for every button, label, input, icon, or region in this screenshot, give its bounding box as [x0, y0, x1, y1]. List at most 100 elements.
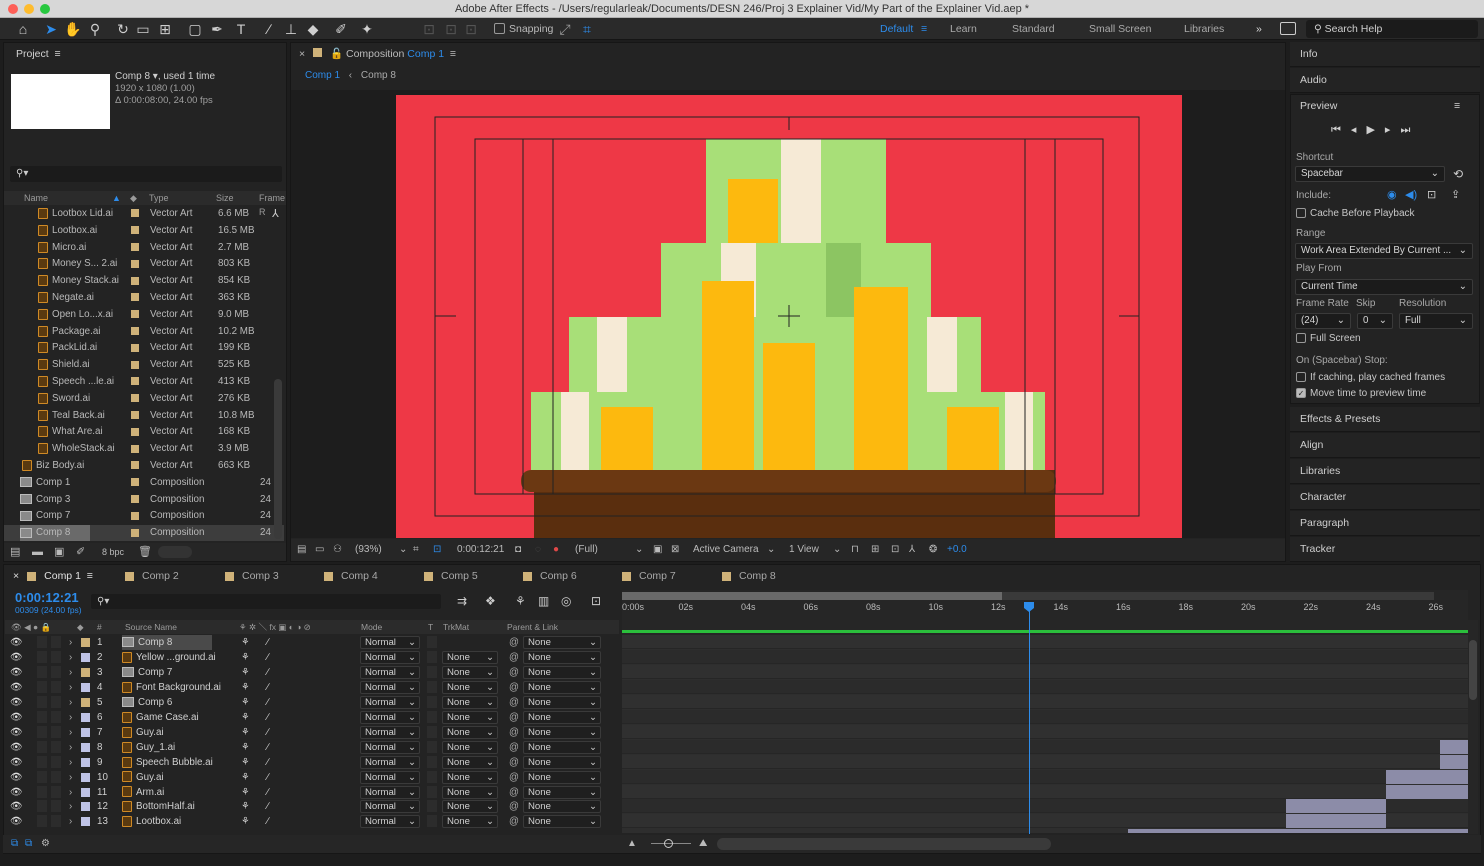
dependency-icon[interactable]: ⅄: [272, 206, 279, 222]
eye-icon[interactable]: 👁: [10, 635, 22, 650]
panel-menu-icon[interactable]: ≡: [81, 570, 93, 582]
quality-switch-icon[interactable]: ∕: [267, 710, 269, 725]
full-screen-checkbox[interactable]: [1296, 333, 1306, 344]
info-panel-tab[interactable]: Info: [1290, 42, 1480, 67]
pick-whip-icon[interactable]: @: [509, 665, 519, 680]
selected-item-name[interactable]: Comp 8 ▾: [115, 71, 158, 82]
layer-label-color[interactable]: [81, 682, 90, 692]
view-layout-dropdown[interactable]: 1 View: [789, 539, 819, 561]
layer-trkmat-dropdown[interactable]: None ⌄: [442, 815, 498, 829]
expand-chevron-icon[interactable]: ›: [69, 785, 72, 800]
scroll-thumb[interactable]: [1469, 640, 1477, 700]
layer-duration-bar[interactable]: [1286, 814, 1386, 829]
zoom-window-button[interactable]: [40, 4, 50, 14]
graph-editor-icon[interactable]: ⊡: [591, 594, 601, 608]
label-color-swatch[interactable]: [131, 327, 139, 335]
libraries-panel-tab[interactable]: Libraries: [1290, 459, 1480, 484]
shy-switch-icon[interactable]: ⚘: [241, 710, 250, 725]
layer-mode-dropdown[interactable]: Normal ⌄: [360, 755, 420, 769]
layer-trkmat-dropdown[interactable]: None ⌄: [442, 650, 498, 664]
preserve-transparency-toggle[interactable]: [427, 770, 437, 783]
mask-visibility-icon[interactable]: ⚇: [333, 539, 342, 561]
camera-tool-icon[interactable]: ▭: [134, 20, 152, 38]
frame-blending-icon[interactable]: ▥: [538, 594, 549, 608]
selection-tool-icon[interactable]: ➤: [42, 20, 60, 38]
pick-whip-icon[interactable]: @: [509, 799, 519, 814]
previous-frame-icon[interactable]: ◂: [1351, 124, 1367, 136]
quality-switch-icon[interactable]: ∕: [267, 785, 269, 800]
zoom-tool-icon[interactable]: ⚲: [86, 20, 104, 38]
layer-duration-bar[interactable]: [1440, 754, 1468, 769]
composition-canvas[interactable]: [291, 90, 1285, 538]
project-item[interactable]: Sword.ai Vector Art 276 KB: [4, 391, 284, 408]
lock-toggle[interactable]: [51, 800, 61, 813]
quality-switch-icon[interactable]: ∕: [267, 814, 269, 829]
breadcrumb-comp-8[interactable]: Comp 8: [361, 70, 396, 81]
workspace-standard[interactable]: Standard: [1012, 18, 1055, 40]
preserve-transparency-toggle[interactable]: [427, 710, 437, 723]
quality-switch-icon[interactable]: ∕: [267, 650, 269, 665]
align-icon[interactable]: ⊡: [420, 20, 438, 38]
character-panel-tab[interactable]: Character: [1290, 485, 1480, 510]
motion-blur-icon[interactable]: ◎: [561, 594, 571, 608]
project-item[interactable]: Lootbox.ai Vector Art 16.5 MB: [4, 223, 284, 240]
layer-row[interactable]: 👁 › 3 Comp 7 ⚘ ∕ Normal ⌄ None ⌄ @ None ⌄: [5, 665, 619, 680]
layer-mode-dropdown[interactable]: Normal ⌄: [360, 710, 420, 724]
quality-switch-icon[interactable]: ∕: [267, 799, 269, 814]
timeline-tab[interactable]: × Comp 1 ≡: [13, 566, 93, 586]
timeline-icon[interactable]: ⊞: [871, 539, 879, 561]
layer-mode-dropdown[interactable]: Normal ⌄: [360, 665, 420, 679]
layer-label-color[interactable]: [81, 712, 90, 722]
layer-trkmat-dropdown[interactable]: None ⌄: [442, 710, 498, 724]
label-color-swatch[interactable]: [131, 528, 139, 537]
solo-toggle[interactable]: [37, 710, 47, 723]
preserve-transparency-toggle[interactable]: [427, 725, 437, 738]
label-color-swatch[interactable]: [131, 276, 139, 285]
toggle-pixel-aspect-icon[interactable]: ⊓: [851, 539, 859, 561]
shy-switch-icon[interactable]: ⚘: [241, 650, 250, 665]
align-panel-tab[interactable]: Align: [1290, 433, 1480, 458]
layer-label-color[interactable]: [81, 817, 90, 827]
trash-icon[interactable]: 🗑: [138, 543, 152, 561]
layer-trkmat-dropdown[interactable]: None ⌄: [442, 665, 498, 679]
time-ruler[interactable]: 0:00s 02s 04s 06s 08s 10s 12s 14s 16s 18s 20s 22s 24…: [622, 590, 1468, 635]
comp-flowchart-icon[interactable]: ⊡: [891, 539, 899, 561]
expand-chevron-icon[interactable]: ›: [69, 695, 72, 710]
preserve-transparency-toggle[interactable]: [427, 665, 437, 678]
cached-frames-row[interactable]: If caching, play cached frames: [1296, 372, 1445, 383]
layer-trkmat-dropdown[interactable]: None ⌄: [442, 800, 498, 814]
shy-switch-icon[interactable]: ⚘: [241, 695, 250, 710]
layer-row[interactable]: 👁 › 12 BottomHalf.ai ⚘ ∕ Normal ⌄ None ⌄ @…: [5, 799, 619, 814]
shortcut-select[interactable]: Spacebar ⌄: [1295, 166, 1445, 182]
comp-mini-flowchart-icon[interactable]: ⇉: [457, 594, 467, 608]
eye-icon[interactable]: 👁: [10, 665, 22, 680]
layer-parent-dropdown[interactable]: None ⌄: [523, 740, 601, 754]
lock-toggle[interactable]: [51, 755, 61, 768]
lock-toggle[interactable]: [51, 680, 61, 693]
quality-switch-icon[interactable]: ∕: [267, 665, 269, 680]
label-color-swatch[interactable]: [131, 310, 139, 319]
project-comp-item[interactable]: Comp 3 Composition 24: [4, 492, 284, 509]
layer-row[interactable]: 👁 › 2 Yellow ...ground.ai ⚘ ∕ Normal ⌄ No…: [5, 650, 619, 665]
shy-layers-icon[interactable]: ⚘: [515, 594, 526, 608]
preserve-transparency-toggle[interactable]: [427, 800, 437, 813]
overlays-include-icon[interactable]: ⊡: [1427, 188, 1436, 201]
layer-trkmat-dropdown[interactable]: None ⌄: [442, 785, 498, 799]
workspace-panel-icon[interactable]: [1280, 22, 1296, 35]
project-item[interactable]: Biz Body.ai Vector Art 663 KB: [4, 458, 284, 475]
layer-mode-dropdown[interactable]: Normal ⌄: [360, 740, 420, 754]
layer-parent-dropdown[interactable]: None ⌄: [523, 815, 601, 829]
pick-whip-icon[interactable]: @: [509, 770, 519, 785]
label-color-swatch[interactable]: [131, 495, 139, 503]
project-comp-item[interactable]: Comp 7 Composition 24: [4, 508, 284, 525]
full-screen-row[interactable]: Full Screen: [1296, 333, 1361, 344]
project-item[interactable]: Open Lo...x.ai Vector Art 9.0 MB: [4, 307, 284, 324]
zoom-in-icon[interactable]: ⛰: [699, 835, 707, 853]
eye-icon[interactable]: 👁: [10, 755, 22, 770]
shy-switch-icon[interactable]: ⚘: [241, 770, 250, 785]
clone-stamp-tool-icon[interactable]: ⊥: [282, 20, 300, 38]
close-panel-icon[interactable]: ×: [299, 48, 305, 60]
layer-track[interactable]: [622, 724, 1468, 739]
label-color-swatch[interactable]: [131, 293, 139, 302]
solo-toggle[interactable]: [37, 740, 47, 753]
